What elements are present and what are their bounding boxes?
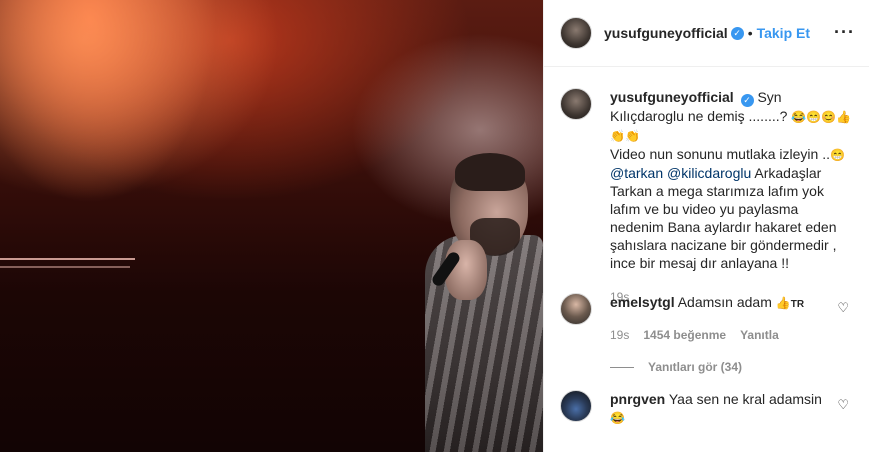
mention-link[interactable]: @tarkan: [610, 165, 663, 181]
caption-text-2: Video nun sonunu mutlaka izleyin ..: [610, 146, 830, 162]
caption-author-avatar[interactable]: [560, 88, 592, 120]
view-replies-button[interactable]: Yanıtları gör (34): [610, 358, 804, 376]
comments-list[interactable]: yusufguneyofficial ✓ Syn Kılıçdaroglu ne…: [544, 68, 869, 452]
like-heart-icon[interactable]: ♡: [837, 397, 849, 413]
commenter-avatar[interactable]: [560, 293, 592, 325]
post-dialog: yusufguneyofficial ✓ • Takip Et ··· yusu…: [0, 0, 869, 452]
comment-item: emelsytgl Adamsın adam 👍TR 19s 1454 beğe…: [560, 293, 860, 376]
verified-badge-icon: ✓: [740, 94, 754, 107]
separator-dot: •: [747, 25, 753, 41]
comment-text: Adamsın adam: [677, 294, 772, 310]
more-options-icon[interactable]: ···: [834, 22, 855, 43]
replies-line: [610, 366, 634, 368]
post-header: yusufguneyofficial ✓ • Takip Et ···: [544, 0, 869, 67]
verified-badge-icon: ✓: [730, 26, 744, 40]
caption-emoji-2: 😁: [830, 148, 845, 162]
stage-light-strip: [0, 266, 130, 268]
comment-timestamp[interactable]: 19s: [610, 326, 629, 344]
caption-author-username[interactable]: yusufguneyofficial: [610, 89, 734, 105]
reply-button[interactable]: Yanıtla: [740, 326, 779, 344]
flag-label: TR: [790, 299, 805, 310]
post-video[interactable]: [0, 0, 543, 452]
comment-likes[interactable]: 1454 beğenme: [643, 326, 726, 344]
author-avatar[interactable]: [560, 17, 592, 49]
comment-item: pnrgven Yaa sen ne kral adamsin 😂: [560, 390, 860, 427]
view-replies-label: Yanıtları gör (34): [648, 360, 743, 374]
comment-emoji: 👍: [775, 296, 791, 310]
commenter-username[interactable]: emelsytgl: [610, 294, 675, 310]
stage-light-strip: [0, 258, 135, 260]
comment-text: Yaa sen ne kral adamsin: [668, 391, 822, 407]
mention-link[interactable]: @kilicdaroglu: [667, 165, 751, 181]
stage-light-glow: [0, 0, 280, 200]
like-heart-icon[interactable]: ♡: [837, 300, 849, 316]
comment-emoji: 😂: [610, 411, 625, 425]
follow-button[interactable]: Takip Et: [757, 25, 810, 41]
performer-hair: [455, 153, 525, 191]
commenter-avatar[interactable]: [560, 390, 592, 422]
comment-actions: 19s 1454 beğenme Yanıtla: [610, 326, 804, 344]
post-sidebar: yusufguneyofficial ✓ • Takip Et ··· yusu…: [543, 0, 869, 452]
author-username[interactable]: yusufguneyofficial: [604, 25, 728, 41]
post-caption: yusufguneyofficial ✓ Syn Kılıçdaroglu ne…: [560, 88, 860, 306]
commenter-username[interactable]: pnrgven: [610, 391, 665, 407]
